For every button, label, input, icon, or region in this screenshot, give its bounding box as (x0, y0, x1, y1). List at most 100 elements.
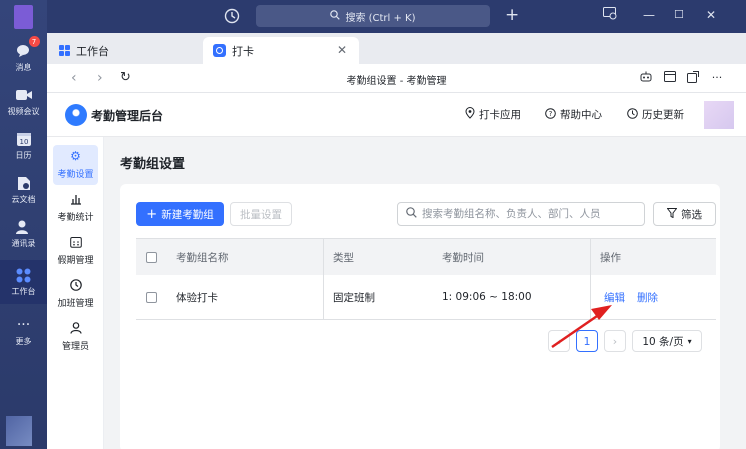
column-divider (590, 239, 591, 320)
new-attendance-group-button[interactable]: + 新建考勤组 (136, 202, 224, 226)
link-help-center[interactable]: ? 帮助中心 (545, 107, 602, 122)
column-header-actions: 操作 (600, 251, 621, 264)
page-size-select[interactable]: 10 条/页 ▾ (632, 330, 702, 352)
menu-leave-management[interactable]: 假期管理 (53, 231, 98, 271)
filter-funnel-icon (666, 207, 678, 221)
cell-actions: 编辑 删除 (604, 275, 670, 319)
rail-item-contacts[interactable]: 通讯录 (0, 212, 47, 256)
rail-label: 云文档 (11, 195, 36, 204)
close-window-icon[interactable]: ✕ (706, 7, 716, 23)
side-menu: ⚙ 考勤设置 考勤统计 假期管理 加班管理 管理员 (47, 137, 104, 449)
rail-item-more[interactable]: ··· 更多 (0, 310, 47, 354)
clock-icon (627, 107, 638, 122)
edit-link[interactable]: 编辑 (604, 290, 625, 305)
menu-administrators[interactable]: 管理员 (53, 317, 98, 357)
attendance-groups-card: + 新建考勤组 批量设置 筛选 考勤组名称 类型 (120, 184, 720, 449)
link-punch-app[interactable]: 打卡应用 (465, 107, 521, 122)
open-external-icon[interactable] (686, 71, 700, 85)
admin-avatar[interactable] (704, 101, 734, 129)
tab-workbench[interactable]: 工作台 (49, 37, 201, 64)
attendance-logo-icon (65, 104, 87, 126)
link-history-updates[interactable]: 历史更新 (627, 107, 684, 122)
browser-window: 工作台 打卡 ✕ ‹ › ↻ 考勤组设置 - 考勤管理 ··· 考勤管理后台 打… (47, 33, 746, 449)
more-dots-icon: ··· (16, 317, 31, 333)
app-rail: 7 消息 视频会议 10 日历 云文档 通讯录 工作台 ··· 更多 (0, 0, 47, 449)
rail-label: 日历 (15, 151, 32, 160)
contacts-icon (15, 219, 33, 235)
main-content: 考勤组设置 + 新建考勤组 批量设置 筛选 (104, 137, 746, 449)
select-all-checkbox[interactable] (146, 239, 157, 275)
search-icon (406, 207, 417, 221)
app-name: 考勤管理后台 (91, 109, 164, 123)
unread-badge: 7 (28, 36, 40, 47)
close-tab-icon[interactable]: ✕ (337, 43, 347, 57)
prev-page-icon[interactable]: ‹ (548, 330, 570, 352)
screen-share-icon[interactable] (603, 7, 617, 24)
row-checkbox[interactable] (146, 275, 157, 319)
column-header-name: 考勤组名称 (176, 251, 229, 264)
batch-settings-button[interactable]: 批量设置 (230, 202, 292, 226)
rail-label: 视频会议 (7, 107, 40, 116)
attendance-app-icon (213, 44, 226, 57)
tab-label: 工作台 (76, 44, 109, 58)
table-row: 体验打卡 固定班制 1: 09:06 ~ 18:00 编辑 删除 (136, 275, 716, 320)
group-search-field[interactable] (397, 202, 645, 226)
app-header: 考勤管理后台 打卡应用 ? 帮助中心 历史更新 (47, 93, 746, 137)
window-icon[interactable] (663, 71, 677, 85)
rail-item-workbench[interactable]: 工作台 (0, 260, 47, 304)
rail-item-cloud-docs[interactable]: 云文档 (0, 168, 47, 212)
calendar-grid-icon (69, 236, 82, 249)
rail-item-messages[interactable]: 7 消息 (0, 36, 47, 80)
cell-group-name: 体验打卡 (176, 291, 218, 304)
page-number-button[interactable]: 1 (576, 330, 598, 352)
menu-attendance-stats[interactable]: 考勤统计 (53, 188, 98, 228)
next-page-icon[interactable]: › (604, 330, 626, 352)
page-title: 考勤组设置 (120, 157, 186, 172)
rail-label: 工作台 (11, 287, 36, 296)
tab-label: 打卡 (232, 44, 254, 58)
robot-icon[interactable] (639, 71, 653, 85)
gear-icon: ⚙ (70, 149, 81, 163)
plus-icon: + (146, 206, 158, 222)
chat-bubbles-icon: 7 (15, 36, 40, 59)
clock-icon (69, 279, 82, 292)
cloud-doc-icon (15, 175, 33, 191)
chevron-down-icon: ▾ (687, 336, 692, 346)
workbench-grid-icon (59, 45, 70, 56)
cell-attendance-time: 1: 09:06 ~ 18:00 (442, 291, 532, 303)
workbench-icon (15, 267, 33, 283)
tab-attendance[interactable]: 打卡 ✕ (203, 37, 359, 64)
cell-group-type: 固定班制 (333, 291, 375, 304)
person-icon (69, 322, 82, 335)
rail-label: 通讯录 (11, 239, 36, 248)
user-avatar[interactable] (14, 5, 33, 29)
video-camera-icon (15, 87, 33, 103)
rail-item-video-meeting[interactable]: 视频会议 (0, 80, 47, 124)
location-pin-icon (465, 107, 475, 122)
plus-icon[interactable]: + (505, 6, 519, 24)
svg-text:?: ? (549, 110, 553, 118)
global-search-bar[interactable]: 搜索 (Ctrl + K) (256, 5, 490, 27)
filter-button[interactable]: 筛选 (653, 202, 716, 226)
svg-text:10: 10 (19, 138, 28, 146)
window-titlebar: 搜索 (Ctrl + K) + — ☐ ✕ (47, 0, 746, 33)
more-options-icon[interactable]: ··· (710, 71, 724, 85)
address-bar: ‹ › ↻ 考勤组设置 - 考勤管理 ··· (47, 64, 746, 93)
attendance-groups-table: 考勤组名称 类型 考勤时间 操作 体验打卡 固定班制 1: 09:06 ~ 18… (136, 238, 716, 320)
rail-item-calendar[interactable]: 10 日历 (0, 124, 47, 168)
menu-attendance-settings[interactable]: ⚙ 考勤设置 (53, 145, 98, 185)
delete-link[interactable]: 删除 (637, 290, 658, 305)
rail-thumbnail (6, 416, 32, 446)
menu-overtime-management[interactable]: 加班管理 (53, 274, 98, 314)
search-icon (330, 9, 341, 23)
history-icon[interactable] (224, 8, 240, 24)
global-search-text: 搜索 (Ctrl + K) (345, 12, 416, 24)
minimize-icon[interactable]: — (643, 7, 655, 23)
maximize-icon[interactable]: ☐ (674, 7, 684, 23)
bar-chart-icon (70, 193, 82, 206)
group-search-input[interactable] (422, 208, 637, 220)
rail-label: 更多 (15, 337, 32, 346)
rail-label: 消息 (15, 63, 32, 72)
table-header: 考勤组名称 类型 考勤时间 操作 (136, 239, 716, 275)
column-divider (323, 239, 324, 320)
